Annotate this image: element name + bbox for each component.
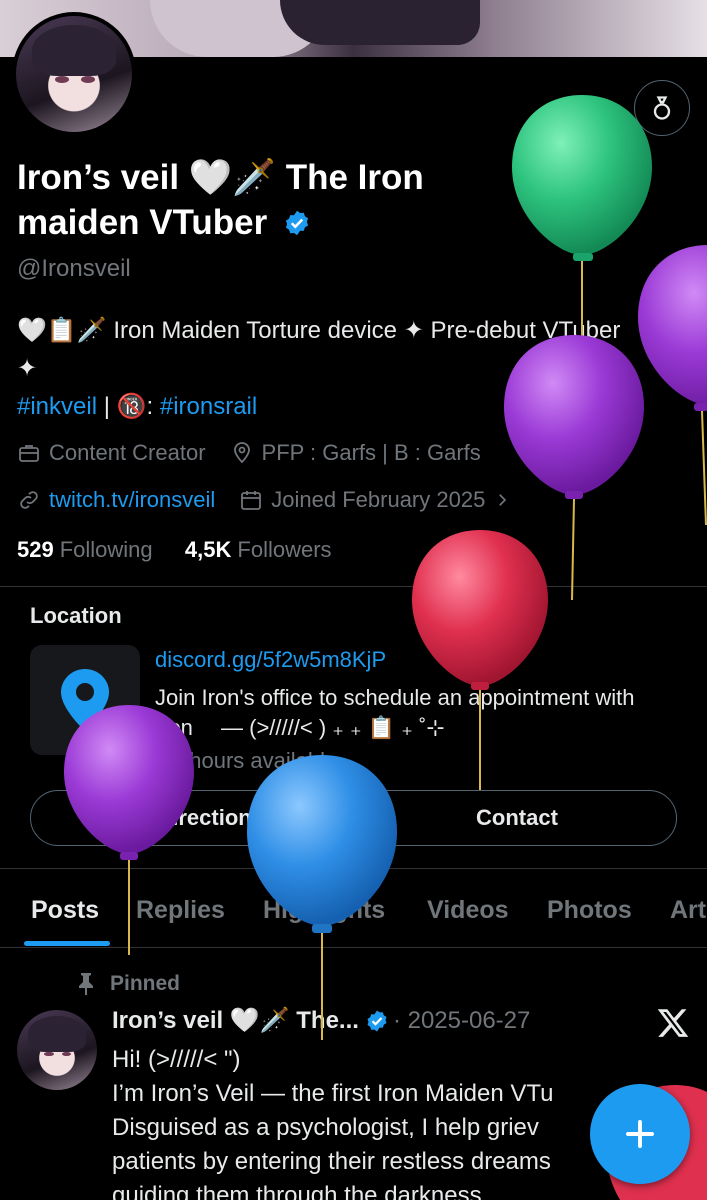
location-card-title: Location <box>30 603 122 628</box>
pinned-label: Pinned <box>76 972 180 996</box>
tab-videos[interactable]: Videos <box>427 896 509 925</box>
website[interactable]: twitch.tv/ironsveil <box>17 487 215 513</box>
post-date[interactable]: · 2025-06-27 <box>393 1007 530 1035</box>
banner-art-dark <box>280 0 480 45</box>
location: PFP : Garfs | B : Garfs <box>230 440 481 466</box>
balloon-green <box>512 95 652 365</box>
compose-button[interactable] <box>590 1084 690 1184</box>
display-name: Iron’s veil 🤍🗡️ The Iron maiden VTuber <box>17 158 424 242</box>
profile-avatar[interactable] <box>12 12 136 136</box>
hashtag-link[interactable]: #inkveil <box>17 393 97 420</box>
tab-photos[interactable]: Photos <box>547 896 632 925</box>
verified-icon <box>285 210 309 236</box>
balloon-purple <box>64 705 194 955</box>
discord-link[interactable]: discord.gg/5f2w5m8KjP <box>155 647 386 673</box>
handle: @Ironsveil <box>17 255 131 282</box>
followers-link[interactable]: 4,5K Followers <box>185 537 332 562</box>
post-avatar[interactable] <box>17 1010 97 1090</box>
profile-meta-row: Content Creator PFP : Garfs | B : Garfs <box>17 440 505 466</box>
tab-art[interactable]: Art <box>670 896 706 925</box>
bio-separator: | 🔞: <box>97 393 160 420</box>
location-pin-icon <box>233 442 250 464</box>
balloon-blue <box>247 755 397 1040</box>
briefcase-icon <box>19 445 39 462</box>
plus-icon <box>626 1120 654 1148</box>
hashtag-link[interactable]: #ironsrail <box>160 393 257 420</box>
profile-meta-row: twitch.tv/ironsveil Joined February 2025 <box>17 487 535 513</box>
x-logo-icon[interactable] <box>656 1006 690 1040</box>
pin-icon <box>79 973 93 995</box>
category: Content Creator <box>17 440 206 466</box>
joined-date[interactable]: Joined February 2025 <box>239 487 511 513</box>
balloon-red <box>412 530 548 790</box>
contact-button[interactable]: Contact <box>357 790 677 846</box>
following-link[interactable]: 529 Following <box>17 537 153 562</box>
follow-stats: 529 Following 4,5K Followers <box>17 537 332 563</box>
link-icon <box>20 491 38 509</box>
calendar-icon <box>241 491 262 510</box>
